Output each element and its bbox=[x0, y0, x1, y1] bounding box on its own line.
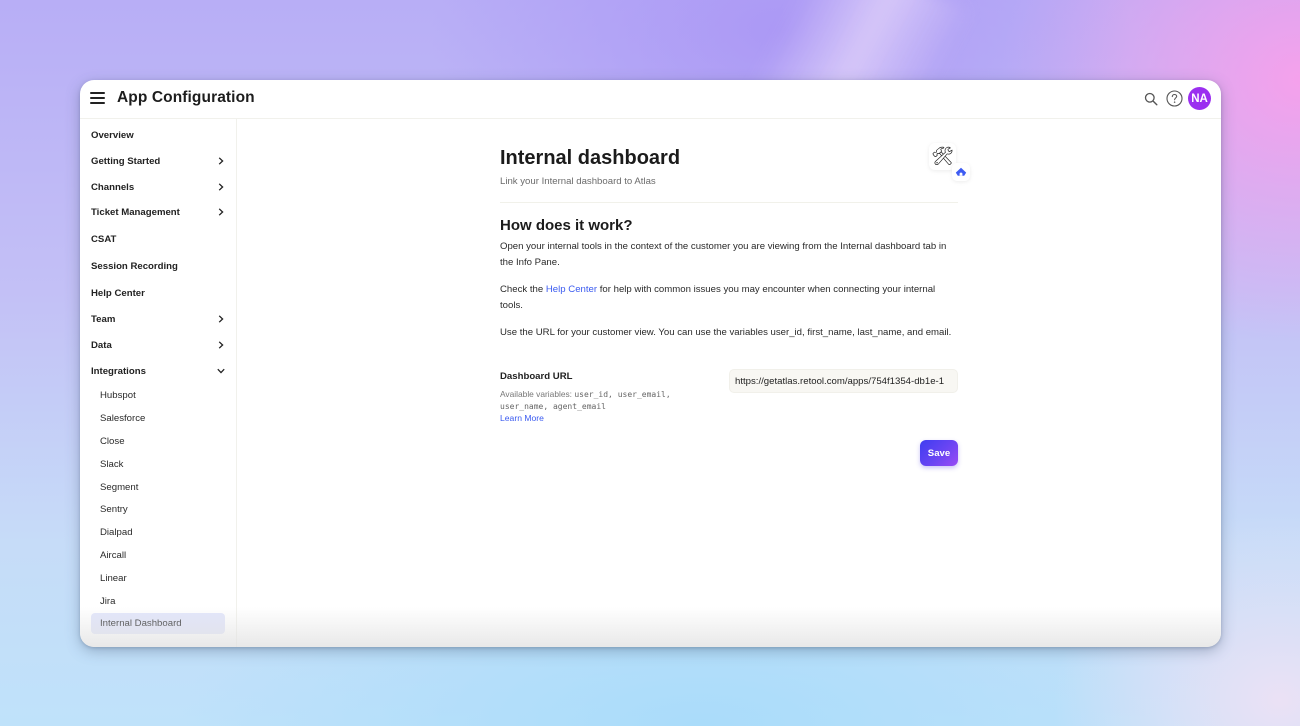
top-bar: App Configuration NA bbox=[80, 80, 1221, 119]
chevron-right-icon bbox=[216, 314, 226, 324]
dashboard-url-input[interactable] bbox=[729, 369, 958, 393]
sidebar-item-integrations[interactable]: Integrations bbox=[91, 360, 226, 382]
sidebar-subitem-slack[interactable]: Slack bbox=[91, 454, 225, 475]
sidebar-item-label: Data bbox=[91, 339, 112, 351]
available-variables-help: Available variables: user_id, user_email… bbox=[500, 389, 700, 412]
sidebar-subitem-salesforce[interactable]: Salesforce bbox=[91, 408, 225, 429]
sidebar-item-ticket-management[interactable]: Ticket Management bbox=[91, 201, 226, 223]
sidebar-item-channels[interactable]: Channels bbox=[91, 176, 226, 198]
sidebar-subitem-jira[interactable]: Jira bbox=[91, 591, 225, 612]
chevron-right-icon bbox=[216, 340, 226, 350]
app-title: App Configuration bbox=[117, 89, 255, 106]
sidebar-item-label: Channels bbox=[91, 181, 135, 193]
sidebar-subitem-linear[interactable]: Linear bbox=[91, 568, 225, 589]
sidebar-subitem-hubspot[interactable]: Hubspot bbox=[91, 385, 225, 406]
avatar[interactable]: NA bbox=[1188, 87, 1211, 110]
chevron-right-icon bbox=[216, 207, 226, 217]
url-instructions-paragraph: Use the URL for your customer view. You … bbox=[500, 327, 952, 338]
atlas-logo-icon bbox=[952, 163, 970, 181]
sidebar-item-label: Ticket Management bbox=[91, 206, 180, 218]
sidebar-item-label: CSAT bbox=[91, 233, 117, 245]
sidebar-item-label: Help Center bbox=[91, 287, 145, 299]
sidebar-item-label: Session Recording bbox=[91, 260, 178, 272]
sidebar-item-team[interactable]: Team bbox=[91, 308, 226, 330]
divider bbox=[500, 202, 958, 203]
sidebar-item-label: Team bbox=[91, 313, 116, 325]
sidebar-subitem-close[interactable]: Close bbox=[91, 431, 225, 452]
save-button[interactable]: Save bbox=[920, 440, 958, 466]
help-icon[interactable] bbox=[1164, 89, 1184, 109]
sidebar-subitem-segment[interactable]: Segment bbox=[91, 477, 225, 498]
sidebar: Overview Getting Started Channels Ticket… bbox=[80, 119, 237, 647]
sidebar-subitem-internal-dashboard[interactable]: Internal Dashboard bbox=[91, 613, 225, 634]
sidebar-subitem-dialpad[interactable]: Dialpad bbox=[91, 522, 225, 543]
chevron-right-icon bbox=[216, 182, 226, 192]
page-subtitle: Link your Internal dashboard to Atlas bbox=[500, 176, 656, 187]
page-title: Internal dashboard bbox=[500, 147, 681, 169]
description-paragraph: Open your internal tools in the context … bbox=[500, 241, 947, 268]
sidebar-item-label: Integrations bbox=[91, 365, 146, 377]
sidebar-item-session-recording[interactable]: Session Recording bbox=[91, 255, 226, 277]
chevron-right-icon bbox=[216, 156, 226, 166]
top-actions: NA bbox=[1141, 87, 1211, 110]
menu-icon[interactable] bbox=[90, 91, 106, 105]
sidebar-item-csat[interactable]: CSAT bbox=[91, 228, 226, 250]
sidebar-subitem-sentry[interactable]: Sentry bbox=[91, 499, 225, 520]
sidebar-item-data[interactable]: Data bbox=[91, 334, 226, 356]
chevron-down-icon bbox=[216, 366, 226, 376]
app-window: App Configuration NA Overview Getting St… bbox=[80, 80, 1221, 647]
variables-prefix: Available variables: bbox=[500, 389, 575, 399]
sidebar-item-help-center[interactable]: Help Center bbox=[91, 282, 226, 304]
sidebar-item-getting-started[interactable]: Getting Started bbox=[91, 150, 226, 172]
sidebar-item-label: Overview bbox=[91, 129, 134, 141]
help-text-before: Check the bbox=[500, 284, 546, 295]
help-center-link[interactable]: Help Center bbox=[546, 284, 597, 295]
sidebar-item-label: Getting Started bbox=[91, 155, 161, 167]
help-paragraph: Check the Help Center for help with comm… bbox=[500, 282, 958, 314]
sidebar-item-overview[interactable]: Overview bbox=[91, 124, 226, 146]
sidebar-subitem-aircall[interactable]: Aircall bbox=[91, 545, 225, 566]
search-icon[interactable] bbox=[1141, 89, 1161, 109]
learn-more-link[interactable]: Learn More bbox=[500, 413, 544, 423]
section-title: How does it work? bbox=[500, 217, 633, 234]
dashboard-url-label: Dashboard URL bbox=[500, 371, 573, 382]
